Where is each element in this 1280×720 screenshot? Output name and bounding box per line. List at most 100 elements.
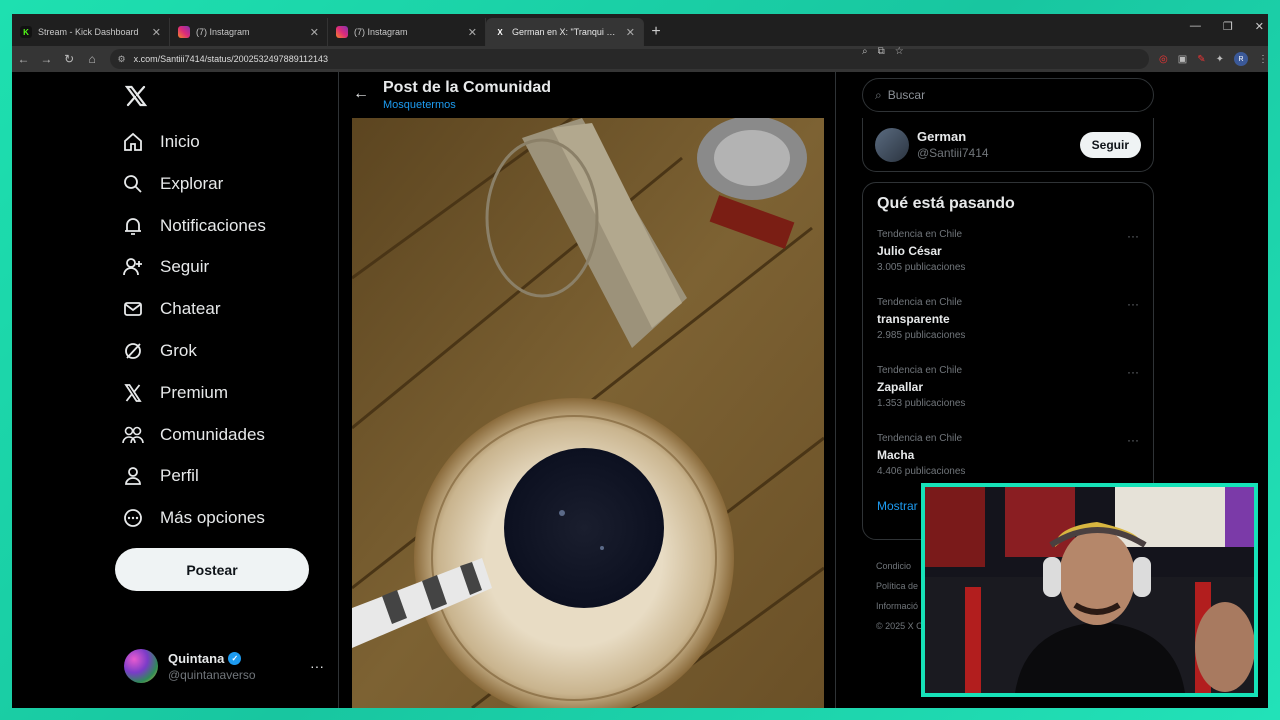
trend-item[interactable]: Tendencia en Chile Zapallar 1.353 public… [863, 357, 1153, 425]
nav-seguir[interactable]: Seguir [122, 249, 209, 285]
extension-icon[interactable]: ✎ [1197, 54, 1205, 65]
url-field[interactable]: ⚙ x.com/Santiii7414/status/2002532497889… [109, 46, 1150, 72]
kick-icon: K [20, 26, 32, 38]
home-icon[interactable]: ⌂ [81, 52, 104, 66]
search-icon [122, 173, 144, 195]
install-icon[interactable]: ⧉ [878, 46, 885, 72]
tab-x-post[interactable]: X German en X: "Tranqui Quintana ✕ [486, 18, 644, 46]
close-icon[interactable]: ✕ [310, 26, 319, 39]
trend-name: Julio César [877, 244, 942, 258]
post-media[interactable] [352, 118, 824, 708]
zoom-icon[interactable]: ⌕ [862, 46, 868, 72]
close-window-icon[interactable]: ✕ [1255, 20, 1264, 33]
trend-name: transparente [877, 312, 950, 326]
tab-kick-dashboard[interactable]: K Stream - Kick Dashboard ✕ [12, 18, 170, 46]
home-icon [122, 131, 144, 153]
trend-count: 1.353 publicaciones [877, 398, 966, 409]
trend-item[interactable]: Tendencia en Chile transparente 2.985 pu… [863, 289, 1153, 357]
nav-premium[interactable]: Premium [122, 375, 228, 411]
tab-bar: K Stream - Kick Dashboard ✕ (7) Instagra… [12, 14, 1268, 46]
account-name-row: Quintana ✓ [168, 651, 256, 666]
footer-copyright: © 2025 X C [876, 621, 923, 631]
extension-icon[interactable]: ◎ [1159, 54, 1168, 65]
tab-title: (7) Instagram [196, 27, 250, 37]
nav-explorar[interactable]: Explorar [122, 166, 223, 202]
tab-title: German en X: "Tranqui Quintana [512, 27, 620, 37]
follow-suggestion: German @Santiii7414 Seguir [862, 118, 1154, 172]
site-info-icon[interactable]: ⚙ [118, 54, 126, 65]
close-icon[interactable]: ✕ [152, 26, 161, 39]
left-sidebar: Inicio Explorar Notificaciones Seguir Ch… [112, 72, 338, 708]
trend-name: Zapallar [877, 380, 924, 394]
more-dots-icon[interactable]: ··· [1127, 229, 1139, 243]
account-name: Quintana [168, 650, 225, 666]
verified-badge-icon: ✓ [228, 651, 242, 665]
close-icon[interactable]: ✕ [468, 26, 477, 39]
more-dots-icon[interactable]: ··· [1127, 365, 1139, 379]
nav-chatear[interactable]: Chatear [122, 291, 220, 327]
more-dots-icon[interactable]: ··· [1127, 297, 1139, 311]
search-icon: ⌕ [875, 87, 882, 102]
extensions-area: ◎ ▣ ✎ ✦ R ⋮ [1159, 52, 1268, 66]
webcam-feed [925, 487, 1254, 693]
tab-title: (7) Instagram [354, 27, 408, 37]
footer-link[interactable]: Política de [876, 576, 923, 596]
main-column: ← Post de la Comunidad Mosquetermos [338, 72, 836, 708]
suggestion-name[interactable]: German [917, 129, 989, 144]
bell-icon [122, 215, 144, 237]
extension-icon[interactable]: ▣ [1178, 54, 1187, 65]
trend-item[interactable]: Tendencia en Chile Julio César 3.005 pub… [863, 221, 1153, 289]
search-input[interactable] [887, 88, 1128, 102]
follow-button[interactable]: Seguir [1079, 131, 1141, 158]
minimize-icon[interactable]: — [1190, 20, 1201, 33]
nav-label: Más opciones [160, 508, 265, 527]
mail-icon [122, 298, 144, 320]
tab-title: Stream - Kick Dashboard [38, 27, 139, 37]
tab-instagram-2[interactable]: (7) Instagram ✕ [328, 18, 486, 46]
instagram-icon [178, 26, 190, 38]
post-header: ← Post de la Comunidad Mosquetermos [339, 72, 835, 118]
webcam-overlay [921, 483, 1258, 697]
nav-label: Explorar [160, 174, 224, 193]
post-button[interactable]: Postear [115, 548, 309, 591]
search-box[interactable]: ⌕ [862, 78, 1154, 112]
profile-icon[interactable]: R [1233, 52, 1248, 66]
x-logo-icon: X [497, 27, 503, 37]
account-switcher[interactable]: Quintana ✓ @quintanaverso ··· [124, 648, 324, 684]
more-circle-icon [122, 507, 144, 529]
restore-icon[interactable]: ❐ [1223, 20, 1233, 33]
forward-icon[interactable]: → [35, 52, 58, 66]
trend-context: Tendencia en Chile [877, 365, 963, 376]
nav-label: Notificaciones [160, 216, 266, 235]
x-logo-icon [122, 382, 144, 404]
nav-notificaciones[interactable]: Notificaciones [122, 208, 266, 244]
back-icon[interactable]: ← [12, 52, 35, 66]
footer-link[interactable]: Condicio [876, 556, 923, 576]
nav-label: Inicio [160, 132, 200, 151]
nav-inicio[interactable]: Inicio [122, 124, 200, 160]
puzzle-icon[interactable]: ✦ [1216, 54, 1224, 65]
nav-label: Seguir [160, 257, 210, 276]
nav-grok[interactable]: Grok [122, 333, 197, 369]
more-dots-icon[interactable]: ··· [1127, 433, 1139, 447]
trend-count: 4.406 publicaciones [877, 466, 966, 477]
avatar[interactable] [875, 127, 909, 162]
reload-icon[interactable]: ↻ [58, 52, 81, 66]
trend-count: 2.985 publicaciones [877, 330, 966, 341]
nav-mas-opciones[interactable]: Más opciones [122, 500, 265, 536]
tab-instagram-1[interactable]: (7) Instagram ✕ [170, 18, 328, 46]
follow-icon [122, 256, 144, 278]
instagram-icon [336, 26, 348, 38]
new-tab-button[interactable]: + [644, 18, 668, 46]
menu-icon[interactable]: ⋮ [1258, 54, 1268, 65]
footer-link[interactable]: Informació [876, 596, 923, 616]
nav-perfil[interactable]: Perfil [122, 458, 199, 494]
post-photo [352, 118, 824, 708]
community-link[interactable]: Mosquetermos [383, 99, 551, 111]
more-dots-icon[interactable]: ··· [310, 658, 324, 674]
close-icon[interactable]: ✕ [626, 26, 635, 39]
nav-label: Grok [160, 341, 197, 360]
bookmark-star-icon[interactable]: ☆ [895, 46, 904, 72]
nav-comunidades[interactable]: Comunidades [122, 417, 265, 453]
x-logo-icon[interactable] [124, 84, 148, 108]
